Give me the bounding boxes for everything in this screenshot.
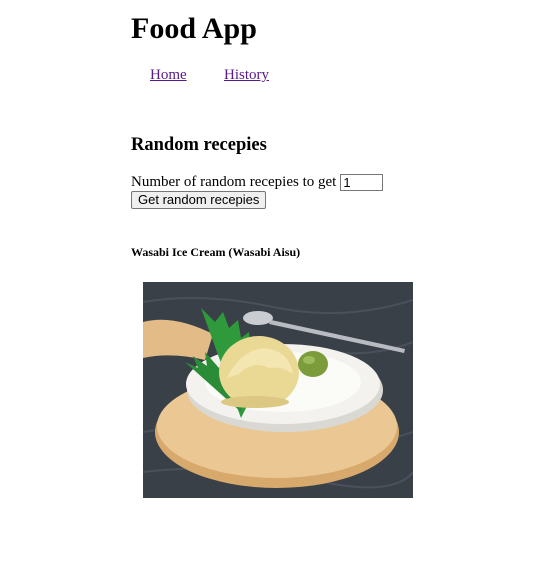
random-recipes-heading: Random recepies: [131, 135, 267, 155]
recipe-image: [143, 282, 413, 498]
recipe-count-row: Number of random recepies to get: [131, 173, 384, 191]
wasabi-dollop: [298, 351, 328, 377]
recipe-title: Wasabi Ice Cream (Wasabi Aisu): [131, 245, 301, 259]
spoon-bowl: [243, 311, 273, 325]
recipe-count-label: Number of random recepies to get: [131, 174, 337, 190]
app-title: Food App: [131, 12, 257, 45]
nav-link-home[interactable]: Home: [150, 66, 187, 84]
wasabi-highlight: [303, 356, 315, 364]
get-random-recipes-button[interactable]: Get random recepies: [131, 191, 267, 209]
recipe-count-input[interactable]: [340, 173, 384, 191]
nav-link-history[interactable]: History: [224, 66, 269, 84]
ice-cream-base: [221, 396, 289, 408]
